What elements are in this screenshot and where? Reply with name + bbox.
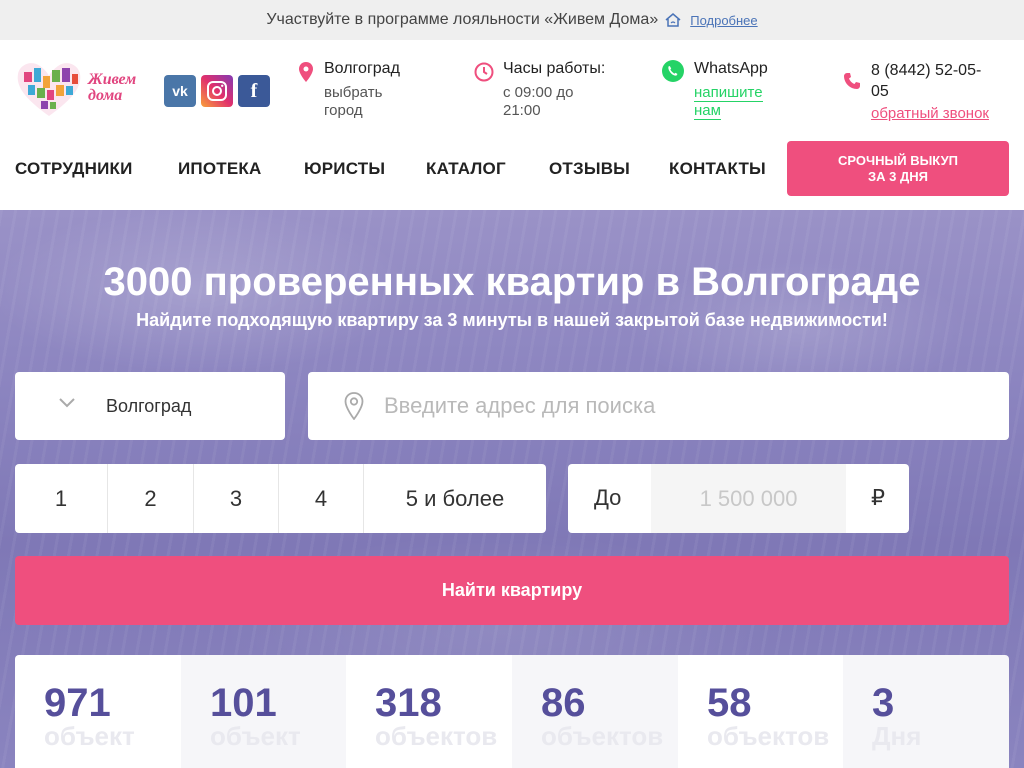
facebook-icon[interactable]: f	[238, 75, 270, 107]
phone-icon	[844, 73, 860, 89]
stat-value: 971	[44, 681, 111, 725]
nav-item-employees[interactable]: СОТРУДНИКИ	[15, 159, 133, 179]
hero-section: 3000 проверенных квартир в Волгограде На…	[0, 210, 1024, 768]
phone-block: 8 (8442) 52-05- 05 обратный звонок	[871, 60, 989, 123]
whatsapp-title: WhatsApp	[694, 60, 768, 77]
urgent-buyout-button[interactable]: СРОЧНЫЙ ВЫКУП ЗА 3 ДНЯ	[787, 141, 1009, 196]
rooms-selector: 1 2 3 4 5 и более	[15, 464, 546, 533]
location-block: Волгоград выбрать город	[324, 60, 400, 120]
stat-card-3room[interactable]: 318 объектов	[346, 655, 512, 768]
whatsapp-link-line1: напишите	[694, 84, 763, 102]
stat-card-1room[interactable]: 971 объект	[15, 655, 181, 768]
map-pin-icon	[299, 62, 313, 82]
stat-unit: объектов	[707, 721, 830, 751]
stat-unit: объект	[44, 721, 135, 751]
callback-link[interactable]: обратный звонок	[871, 105, 989, 123]
instagram-icon[interactable]	[201, 75, 233, 107]
rooms-option-5-plus[interactable]: 5 и более	[364, 464, 546, 533]
choose-city-link[interactable]: выбрать город	[324, 84, 400, 120]
whatsapp-icon[interactable]	[661, 59, 685, 83]
nav-item-catalog[interactable]: КАТАЛОГ	[426, 159, 506, 179]
phone-line2: 05	[871, 83, 889, 100]
rooms-option-1[interactable]: 1	[15, 464, 108, 533]
nav-item-lawyers[interactable]: ЮРИСТЫ	[304, 159, 385, 179]
whatsapp-block: WhatsApp напишите нам	[694, 60, 768, 120]
hours-title: Часы работы:	[503, 60, 606, 77]
stat-unit: объектов	[375, 721, 498, 751]
stat-value: 3	[872, 681, 895, 725]
hours-line2: 21:00	[503, 102, 541, 119]
logo-text-line2: дома	[88, 87, 123, 104]
chevron-down-icon	[59, 398, 75, 408]
currency-symbol: ₽	[871, 485, 885, 510]
hero-subtitle: Найдите подходящую квартиру за 3 минуты …	[136, 310, 888, 330]
find-apartment-button[interactable]: Найти квартиру	[15, 556, 1009, 625]
rooms-option-2[interactable]: 2	[108, 464, 194, 533]
max-price-field: До ₽	[568, 464, 909, 533]
stat-unit: Дня	[872, 721, 922, 751]
address-search	[308, 372, 1009, 440]
phone-number[interactable]: 8 (8442) 52-05- 05	[871, 60, 989, 102]
stats-bar: 971 объект 101 объект 318 объектов 86 объект…	[15, 655, 1009, 768]
stat-card-5room[interactable]: 58 объектов	[678, 655, 843, 768]
whatsapp-write-link[interactable]: напишите нам	[694, 84, 768, 120]
location-pin-icon	[344, 392, 364, 420]
city-select-value: Волгоград	[106, 396, 192, 416]
choose-city-line1: выбрать	[324, 84, 383, 101]
nav-item-contacts[interactable]: КОНТАКТЫ	[669, 159, 766, 179]
stat-card-2room[interactable]: 101 объект	[181, 655, 346, 768]
stat-value: 58	[707, 681, 752, 725]
loyalty-text: Участвуйте в программе лояльности «Живем…	[266, 11, 659, 28]
house-icon	[664, 13, 682, 27]
address-input[interactable]	[384, 386, 984, 426]
city-select[interactable]: Волгоград	[15, 372, 285, 440]
stat-unit: объектов	[541, 721, 664, 751]
phone-line1: 8 (8442) 52-05-	[871, 62, 982, 79]
logo[interactable]: Живем дома	[14, 58, 154, 120]
current-city: Волгоград	[324, 60, 400, 77]
price-label: До	[594, 485, 622, 510]
stat-value: 101	[210, 681, 277, 725]
logo-heart-icon	[17, 63, 81, 116]
stat-value: 318	[375, 681, 442, 725]
loyalty-more-link[interactable]: Подробнее	[690, 13, 757, 28]
logo-text-line1: Живем	[88, 71, 137, 88]
whatsapp-link-line2: нам	[694, 102, 721, 120]
nav-item-reviews[interactable]: ОТЗЫВЫ	[549, 159, 630, 179]
hero-title: 3000 проверенных квартир в Волгограде	[103, 260, 921, 304]
clock-icon	[474, 62, 494, 82]
max-price-input[interactable]	[651, 464, 846, 533]
rooms-option-3[interactable]: 3	[194, 464, 279, 533]
nav-item-mortgage[interactable]: ИПОТЕКА	[178, 159, 261, 179]
stat-unit: объект	[210, 721, 301, 751]
hours-block: Часы работы: с 09:00 до 21:00	[503, 60, 605, 120]
hours-line1: с 09:00 до	[503, 84, 574, 101]
rooms-option-4[interactable]: 4	[279, 464, 364, 533]
choose-city-line2: город	[324, 102, 363, 119]
loyalty-banner: Участвуйте в программе лояльности «Живем…	[0, 0, 1024, 40]
vk-icon[interactable]: vk	[164, 75, 196, 107]
stat-card-days[interactable]: 3 Дня	[843, 655, 1009, 768]
urgent-buyout-line2: ЗА 3 ДНЯ	[868, 168, 928, 184]
stat-value: 86	[541, 681, 586, 725]
urgent-buyout-line1: СРОЧНЫЙ ВЫКУП	[837, 152, 958, 168]
stat-card-4room[interactable]: 86 объектов	[512, 655, 678, 768]
